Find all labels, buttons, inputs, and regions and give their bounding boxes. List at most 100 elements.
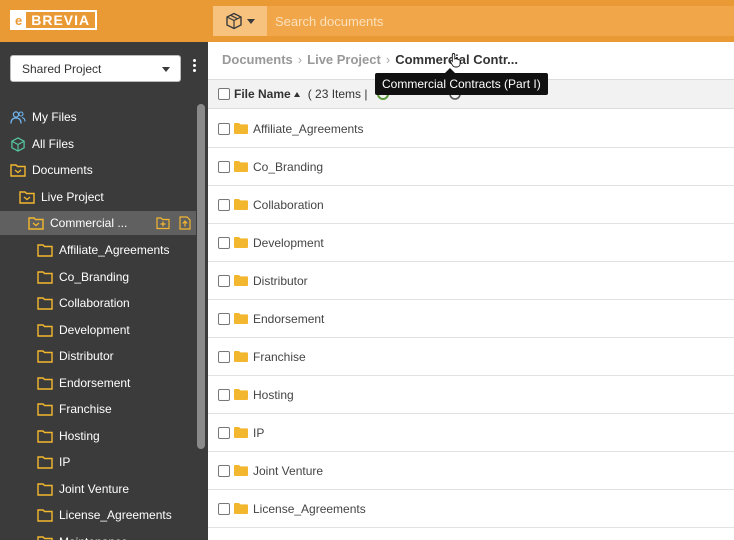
row-checkbox[interactable] [218,388,230,401]
folder-icon [234,237,248,248]
sidebar-item-label: License_Agreements [59,508,172,522]
folder-icon [234,313,248,324]
folder-icon [37,270,53,284]
box-icon [226,12,242,30]
folder-icon [37,402,53,416]
top-bar: e BREVIA [0,0,734,42]
column-file-name[interactable]: File Name [234,87,291,101]
sidebar-subfolder-item[interactable]: Distributor [0,344,196,368]
row-file-name[interactable]: Joint Venture [253,464,323,478]
row-checkbox[interactable] [218,122,230,135]
row-file-name[interactable]: Co_Branding [253,160,323,174]
chevron-right-icon: › [297,52,303,67]
row-file-name[interactable]: Development [253,236,324,250]
row-checkbox[interactable] [218,312,230,325]
table-row[interactable]: Development [208,224,734,262]
table-row[interactable]: Distributor [208,262,734,300]
add-folder-icon[interactable] [156,216,170,230]
search-type-dropdown[interactable] [213,6,267,36]
folder-icon [37,349,53,363]
select-all-checkbox[interactable] [218,88,230,100]
table-row[interactable]: License_Agreements [208,490,734,528]
folder-icon [37,429,53,443]
cube-icon [10,137,26,152]
sidebar-subfolder-item[interactable]: Maintenance [0,530,196,540]
hand-cursor-icon [449,53,461,68]
row-file-name[interactable]: Franchise [253,350,306,364]
folder-actions [156,216,192,230]
table-row[interactable]: Affiliate_Agreements [208,110,734,148]
sidebar-item-label: Endorsement [59,375,131,390]
sidebar-subfolder-item[interactable]: Hosting [0,424,196,448]
folder-icon [37,535,53,540]
row-file-name[interactable]: Endorsement [253,312,324,326]
sidebar-item-my-files[interactable]: My Files [0,105,196,129]
sidebar-item-documents[interactable]: Documents [0,158,196,182]
sidebar-item-label: Franchise [59,402,112,416]
sort-ascending-icon[interactable] [293,91,300,97]
table-row[interactable]: Collaboration [208,186,734,224]
sidebar-subfolder-item[interactable]: Co_Branding [0,265,196,289]
row-checkbox[interactable] [218,274,230,287]
breadcrumb-live-project[interactable]: Live Project [307,52,381,67]
more-options-icon[interactable] [190,59,198,77]
project-select[interactable]: Shared Project [10,55,181,82]
sidebar-item-label: Commercial ... [50,216,128,230]
row-checkbox[interactable] [218,236,230,249]
sidebar-subfolder-item[interactable]: Joint Venture [0,477,196,501]
table-row[interactable]: IP [208,414,734,452]
sidebar-item-label: Live Project [41,190,104,204]
row-checkbox[interactable] [218,502,230,515]
folder-icon [234,161,248,172]
row-checkbox[interactable] [218,350,230,363]
sidebar-item-label: Maintenance [59,535,128,540]
sidebar-subfolder-item[interactable]: Endorsement [0,371,196,395]
sidebar-subfolder-item[interactable]: Franchise [0,397,196,421]
table-row[interactable]: Franchise [208,338,734,376]
sidebar-item-label: Distributor [59,349,114,363]
breadcrumb-documents[interactable]: Documents [222,52,293,67]
sidebar-item-all-files[interactable]: All Files [0,132,196,156]
sidebar-subfolder-item[interactable]: Collaboration [0,291,196,315]
logo-text: BREVIA [31,12,91,28]
row-checkbox[interactable] [218,426,230,439]
sidebar-item-label: All Files [32,137,75,151]
sidebar-item-label: Development [59,322,130,337]
sidebar: Shared Project My Files All Files Docume… [0,42,208,540]
sidebar-subfolder-item[interactable]: Development [0,318,196,342]
sidebar-subfolder-item[interactable]: License_Agreements [0,503,196,527]
sidebar-subfolder-item[interactable]: Affiliate_Agreements [0,238,196,262]
row-file-name[interactable]: License_Agreements [253,502,366,516]
search-input[interactable] [267,6,734,36]
folder-icon [234,351,248,362]
table-row[interactable]: Co_Branding [208,148,734,186]
row-file-name[interactable]: IP [253,426,264,440]
row-file-name[interactable]: Collaboration [253,198,324,212]
sidebar-item-commercial-contracts[interactable]: Commercial ... [0,211,196,235]
folder-icon [37,376,53,390]
sidebar-item-label: Co_Branding [59,269,130,284]
row-file-name[interactable]: Hosting [253,388,294,402]
folder-open-icon [28,216,44,230]
sidebar-item-label: Documents [32,163,93,177]
row-checkbox[interactable] [218,464,230,477]
breadcrumb: Documents › Live Project › Commercial Co… [222,52,518,67]
ebrevia-logo[interactable]: e BREVIA [10,10,98,30]
table-row[interactable]: Joint Venture [208,452,734,490]
row-file-name[interactable]: Affiliate_Agreements [253,122,364,136]
row-checkbox[interactable] [218,160,230,173]
upload-file-icon[interactable] [178,216,192,230]
row-file-name[interactable]: Distributor [253,274,308,288]
sidebar-item-live-project[interactable]: Live Project [0,185,196,209]
main-panel: Documents › Live Project › Commercial Co… [208,42,734,540]
sidebar-subfolder-item[interactable]: IP [0,450,196,474]
sidebar-scrollbar[interactable] [197,104,205,449]
folder-icon [37,243,53,257]
folder-icon [37,508,53,522]
table-row[interactable]: Hosting [208,376,734,414]
table-row[interactable]: Endorsement [208,300,734,338]
search-bar [213,6,734,36]
folder-open-icon [10,163,26,177]
row-checkbox[interactable] [218,198,230,211]
chevron-down-icon [247,18,255,24]
